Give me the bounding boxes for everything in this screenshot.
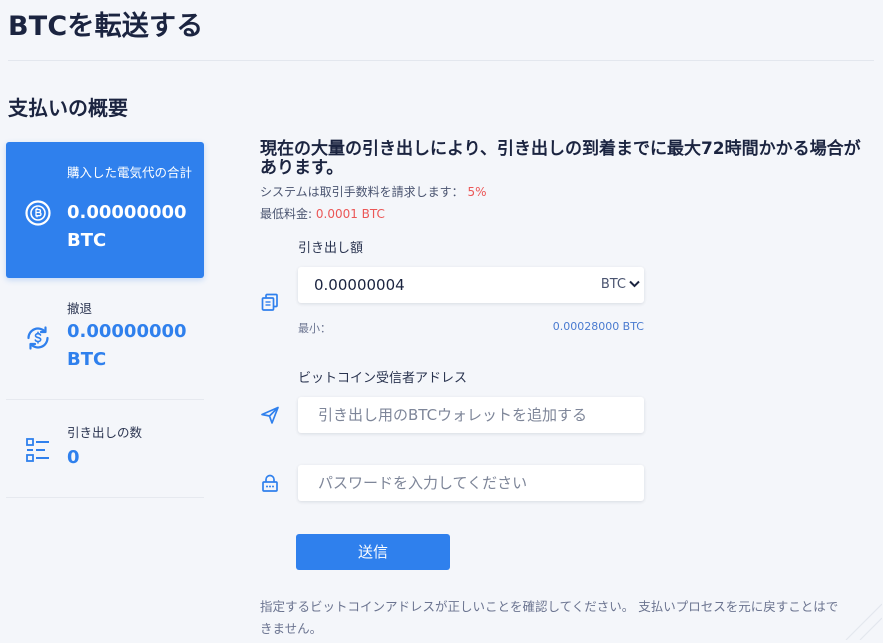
transaction-fee-line: システムは取引手数料を請求します： 5% <box>260 183 487 200</box>
withdrawal-amount-input[interactable]: 0.00000004 BTC <box>298 267 644 303</box>
summary-card-label: 引き出しの数 <box>67 425 143 440</box>
amount-value: 0.00000004 <box>314 276 405 294</box>
summary-card-value: 0 <box>67 447 80 468</box>
page-title: BTCを転送する <box>8 11 204 42</box>
lock-icon <box>262 474 278 492</box>
chevron-down-icon[interactable] <box>629 280 640 288</box>
summary-card-label: 購入した電気代の合計 <box>67 165 193 180</box>
minimum-amount-label: 最小： <box>298 322 331 335</box>
currency-select[interactable]: BTC <box>601 267 626 303</box>
submit-button[interactable]: 送信 <box>296 534 450 570</box>
irreversible-payment-note: 指定するビットコインアドレスが正しいことを確認してください。 支払いプロセスを元… <box>260 599 839 636</box>
min-fee-value: 0.0001 BTC <box>315 207 385 221</box>
password-input[interactable]: パスワードを入力してください <box>298 465 644 501</box>
summary-card-value: 0.00000000 BTC <box>67 202 187 251</box>
decorative-lines-icon <box>845 603 882 640</box>
summary-title: 支払いの概要 <box>8 96 128 120</box>
send-plane-icon <box>261 406 279 424</box>
min-fee-label: 最低料金: <box>260 207 313 221</box>
summary-card-value: 0.00000000 BTC <box>67 321 187 370</box>
address-placeholder: 引き出し用のBTCウォレットを追加する <box>318 406 588 424</box>
password-placeholder: パスワードを入力してください <box>318 474 528 492</box>
summary-card-withdrawn[interactable]: 撤退 0.00000000 BTC <box>6 290 204 400</box>
title-divider <box>8 60 874 61</box>
copy-documents-icon <box>261 293 278 311</box>
withdrawal-delay-notice: 現在の大量の引き出しにより、引き出しの到着までに最大72時間かかる場合があります… <box>260 139 861 178</box>
summary-card-withdrawal-count[interactable]: 引き出しの数 0 <box>6 410 204 498</box>
summary-card-total-purchased[interactable]: 購入した電気代の合計 0.00000000 BTC <box>6 142 204 278</box>
amount-label: 引き出し額 <box>298 241 364 256</box>
minimum-amount-value: 0.00028000 BTC <box>552 320 644 333</box>
dollar-refresh-icon <box>27 326 49 350</box>
minimum-fee-line: 最低料金: 0.0001 BTC <box>260 205 385 222</box>
list-icon <box>26 438 49 462</box>
btc-address-input[interactable]: 引き出し用のBTCウォレットを追加する <box>298 397 644 433</box>
fee-label: システムは取引手数料を請求します： <box>260 185 464 199</box>
fee-value: 5% <box>467 185 487 199</box>
summary-card-label: 撤退 <box>67 301 93 316</box>
address-label: ビットコイン受信者アドレス <box>298 371 468 386</box>
bitcoin-circle-icon <box>25 200 51 226</box>
